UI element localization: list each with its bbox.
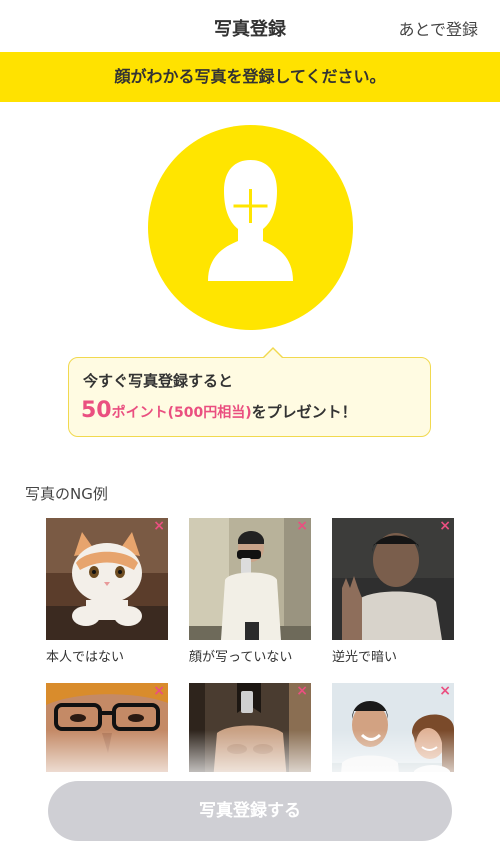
ng-photo-backlit: × — [332, 518, 454, 640]
register-photo-button[interactable]: 写真登録する — [48, 781, 452, 841]
register-later-link[interactable]: あとで登録 — [398, 16, 478, 40]
bubble-tail — [262, 347, 284, 358]
ng-example-item: × 逆光で暗い — [332, 518, 454, 665]
ng-mark-icon: × — [439, 683, 451, 699]
ng-photo-cat: × — [46, 518, 168, 640]
person-plus-icon — [208, 160, 293, 281]
ng-mark-icon: × — [153, 683, 165, 699]
ng-example-item: × 本人ではない — [46, 518, 168, 665]
promo-line1: 今すぐ写真登録すると — [83, 372, 234, 390]
ng-mark-icon: × — [296, 518, 308, 534]
photo-upload-button[interactable] — [148, 125, 353, 330]
ng-caption: 逆光で暗い — [332, 650, 398, 665]
ng-examples-title: 写真のNG例 — [25, 485, 108, 503]
ng-photo-phone-covering-face: × — [189, 518, 311, 640]
ng-mark-icon: × — [296, 683, 308, 699]
ng-caption: 顔が写っていない — [189, 650, 293, 665]
points-number: 50 — [81, 398, 112, 423]
header: 写真登録 あとで登録 — [0, 0, 500, 52]
promo-line2-rest: をプレゼント！ — [251, 403, 357, 421]
instruction-banner: 顔がわかる写真を登録してください。 — [0, 52, 500, 102]
ng-mark-icon: × — [439, 518, 451, 534]
points-unit: ポイント(500円相当) — [111, 405, 252, 421]
promo-line2: 50ポイント(500円相当)をプレゼント！ — [81, 398, 357, 423]
ng-caption: 本人ではない — [46, 650, 125, 665]
promo-bubble: 今すぐ写真登録すると 50ポイント(500円相当)をプレゼント！ — [68, 347, 431, 437]
ng-mark-icon: × — [153, 518, 165, 534]
ng-example-item: × 顔が写っていない — [189, 518, 311, 665]
